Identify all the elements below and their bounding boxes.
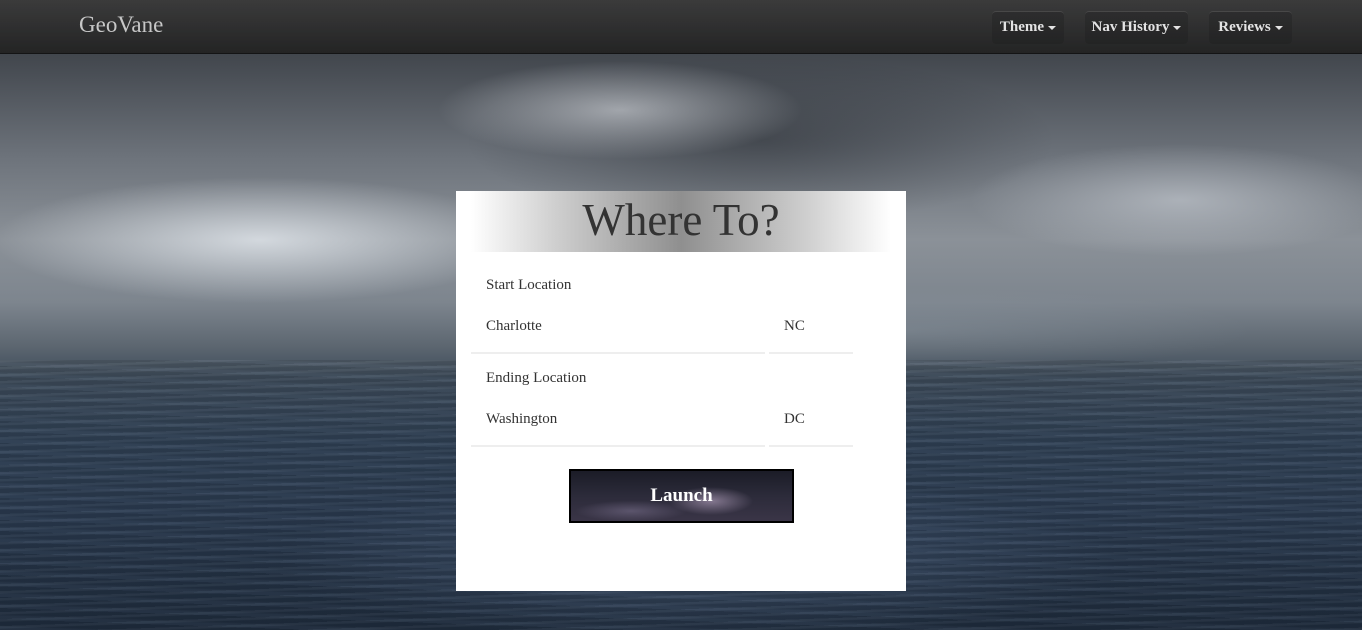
launch-button[interactable]: Launch — [569, 469, 794, 523]
nav-history-label: Nav History — [1091, 19, 1170, 35]
ending-location-label: Ending Location — [486, 370, 587, 386]
nav-theme-dropdown[interactable]: Theme — [992, 11, 1064, 44]
nav-theme-label: Theme — [999, 19, 1045, 35]
start-state-input[interactable]: NC — [769, 314, 853, 354]
nav-reviews-label: Reviews — [1218, 19, 1271, 35]
start-city-input[interactable]: Charlotte — [471, 314, 765, 354]
top-navbar: GeoVane Theme Nav History Reviews — [0, 0, 1362, 54]
end-state-input[interactable]: DC — [769, 407, 853, 447]
nav-history-dropdown[interactable]: Nav History — [1085, 11, 1188, 44]
nav-reviews-dropdown[interactable]: Reviews — [1209, 11, 1292, 44]
chevron-down-icon — [1173, 25, 1182, 30]
start-location-label: Start Location — [486, 277, 572, 293]
chevron-down-icon — [1274, 25, 1283, 30]
page-title: Where To? — [582, 195, 780, 245]
end-city-input[interactable]: Washington — [471, 407, 765, 447]
brand-logo[interactable]: GeoVane — [79, 12, 163, 38]
trip-form-panel: Where To? Start Location Charlotte NC En… — [456, 191, 906, 591]
chevron-down-icon — [1048, 25, 1057, 30]
title-banner: Where To? — [471, 191, 891, 252]
